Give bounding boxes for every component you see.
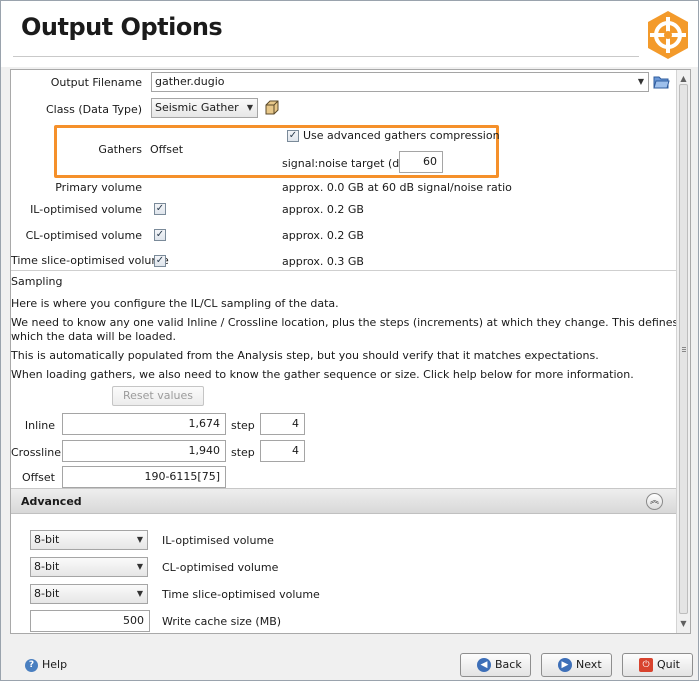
vertical-scrollbar[interactable]: ▲ ▼ (676, 70, 690, 633)
cl-volume-note: approx. 0.2 GB (282, 229, 364, 242)
scroll-thumb[interactable] (679, 84, 688, 614)
il-bitdepth-select[interactable]: 8-bit ▼ (30, 530, 148, 550)
cache-size-label: Write cache size (MB) (162, 615, 282, 628)
sampling-divider (11, 270, 676, 271)
primary-volume-label: Primary volume (55, 181, 142, 194)
output-filename-input[interactable]: gather.dugio ▼ (151, 72, 649, 92)
cache-size-input[interactable]: 500 (30, 610, 150, 632)
header: Output Options (1, 1, 698, 67)
back-button[interactable]: ◀ Back (460, 653, 531, 677)
output-filename-value: gather.dugio (155, 75, 225, 88)
inline-label: Inline (24, 419, 55, 432)
chevron-down-icon: ▼ (136, 562, 143, 571)
ts-bitdepth-label: Time slice-optimised volume (162, 588, 320, 601)
offset-input[interactable]: 190-6115[75] (62, 466, 226, 488)
chevron-down-icon: ▼ (637, 77, 644, 86)
crossline-step-label: step (231, 446, 255, 459)
sampling-text-3: This is automatically populated from the… (11, 349, 599, 362)
cl-volume-checkbox[interactable]: ✓ (154, 229, 166, 241)
advanced-section-header[interactable]: Advanced ︽ (11, 488, 676, 514)
advanced-title: Advanced (21, 495, 82, 508)
next-button-label: Next (576, 658, 602, 671)
output-filename-label: Output Filename (50, 76, 142, 89)
sampling-text-2b: which the data will be loaded. (11, 330, 177, 343)
inline-step-label: step (231, 419, 255, 432)
il-volume-checkbox[interactable]: ✓ (154, 203, 166, 215)
help-icon[interactable]: ? (25, 659, 38, 672)
il-volume-label: IL-optimised volume (30, 203, 142, 216)
crossline-label: Crossline (11, 446, 62, 459)
chevron-down-icon: ▼ (136, 589, 143, 598)
cl-bitdepth-value: 8-bit (34, 560, 60, 573)
collapse-up-icon[interactable]: ︽ (646, 493, 663, 510)
chevron-down-icon: ▼ (136, 535, 143, 544)
sampling-text-1: Here is where you configure the IL/CL sa… (11, 297, 339, 310)
ts-volume-checkbox[interactable]: ✓ (154, 255, 166, 267)
crossline-step-input[interactable]: 4 (260, 440, 305, 462)
scroll-up-arrow-icon[interactable]: ▲ (679, 74, 688, 84)
compression-checkbox[interactable]: ✓ (287, 130, 299, 142)
scroll-down-arrow-icon[interactable]: ▼ (679, 619, 688, 629)
quit-button-label: Quit (657, 658, 680, 671)
snr-input[interactable]: 60 (399, 151, 443, 173)
il-bitdepth-value: 8-bit (34, 533, 60, 546)
ts-bitdepth-value: 8-bit (34, 587, 60, 600)
cube-icon[interactable] (264, 100, 280, 116)
options-panel: Output Filename gather.dugio ▼ Class (Da… (10, 69, 691, 634)
class-select[interactable]: Seismic Gather ▼ (151, 98, 258, 118)
power-icon: ⏻ (639, 658, 653, 672)
sampling-text-2a: We need to know any one valid Inline / C… (11, 316, 691, 329)
snr-label: signal:noise target (dB) (282, 157, 412, 170)
cl-bitdepth-select[interactable]: 8-bit ▼ (30, 557, 148, 577)
reset-values-button[interactable]: Reset values (112, 386, 204, 406)
inline-input[interactable]: 1,674 (62, 413, 226, 435)
quit-button[interactable]: ⏻ Quit (622, 653, 693, 677)
primary-volume-note: approx. 0.0 GB at 60 dB signal/noise rat… (282, 181, 512, 194)
help-link[interactable]: Help (42, 658, 67, 671)
back-button-label: Back (495, 658, 522, 671)
chevron-down-icon: ▼ (246, 103, 253, 112)
sampling-heading: Sampling (11, 275, 63, 288)
compression-label: Use advanced gathers compression (303, 129, 500, 142)
offset-label: Offset (21, 471, 55, 484)
gathers-label: Gathers (98, 143, 142, 156)
gathers-value: Offset (150, 143, 184, 156)
cl-bitdepth-label: CL-optimised volume (162, 561, 279, 574)
arrow-left-icon: ◀ (477, 658, 491, 672)
title-divider (13, 56, 639, 57)
il-bitdepth-label: IL-optimised volume (162, 534, 274, 547)
page-title: Output Options (21, 13, 223, 41)
crossline-input[interactable]: 1,940 (62, 440, 226, 462)
cl-volume-label: CL-optimised volume (25, 229, 142, 242)
scroll-grip (682, 347, 686, 348)
output-options-window: Output Options Output Filename gather.du… (0, 0, 699, 681)
class-label: Class (Data Type) (45, 103, 142, 116)
arrow-right-icon: ▶ (558, 658, 572, 672)
scroll-grip (682, 351, 686, 352)
il-volume-note: approx. 0.2 GB (282, 203, 364, 216)
ts-bitdepth-select[interactable]: 8-bit ▼ (30, 584, 148, 604)
inline-step-input[interactable]: 4 (260, 413, 305, 435)
scroll-grip (682, 349, 686, 350)
crosshair-logo-icon (648, 11, 688, 59)
class-value: Seismic Gather (155, 101, 239, 114)
next-button[interactable]: ▶ Next (541, 653, 612, 677)
folder-open-icon[interactable] (653, 73, 670, 90)
sampling-text-4: When loading gathers, we also need to kn… (11, 368, 634, 381)
ts-volume-note: approx. 0.3 GB (282, 255, 364, 268)
ts-volume-label: Time slice-optimised volume (11, 254, 169, 267)
